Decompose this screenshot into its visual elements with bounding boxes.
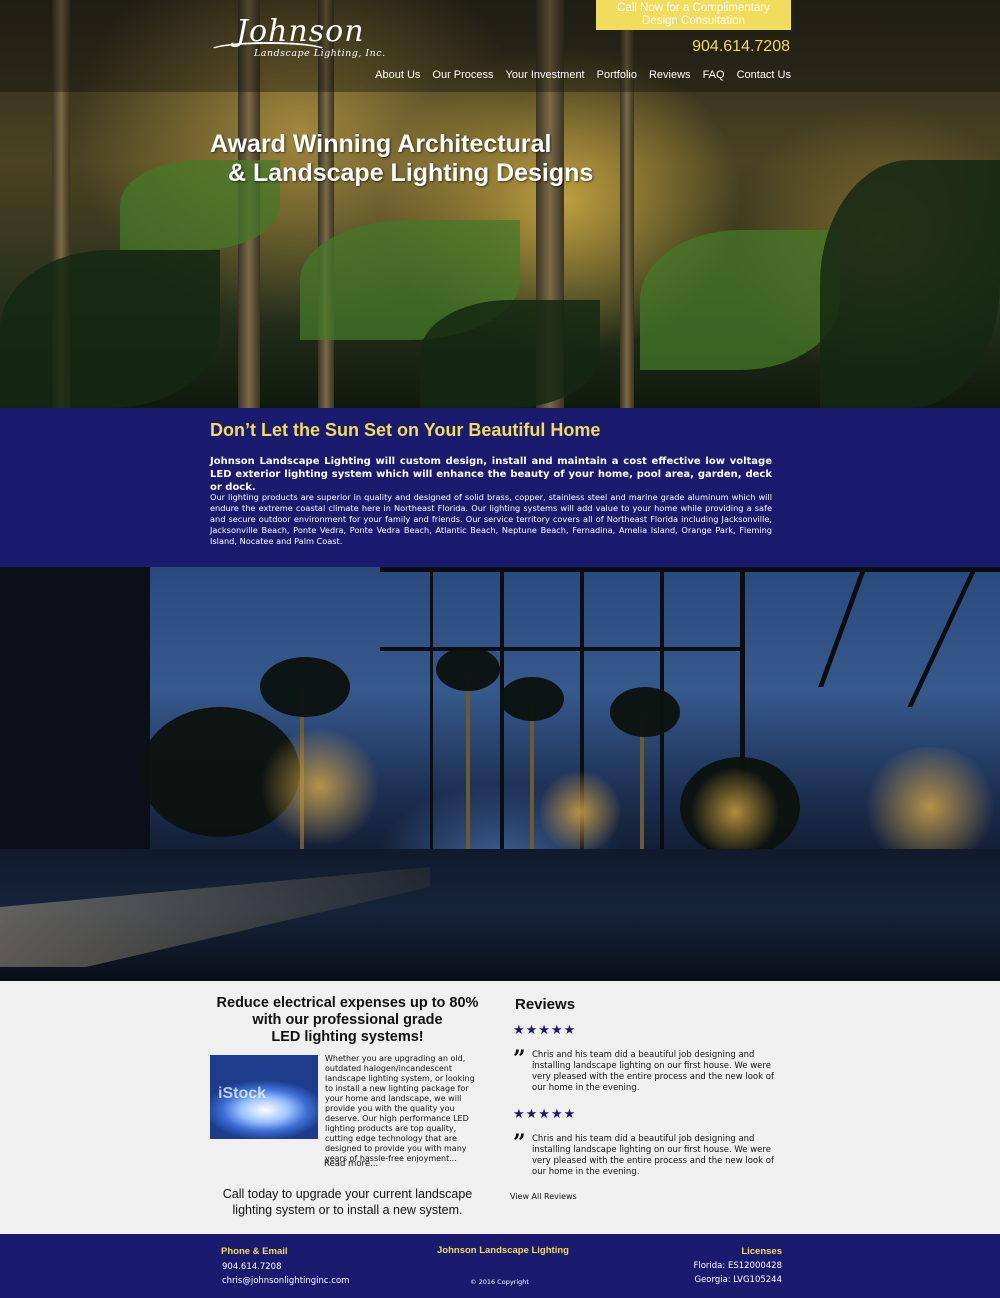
lower-content: Reduce electrical expenses up to 80% wit… [0, 981, 1000, 1234]
uplight-glow [690, 767, 780, 857]
nav-portfolio[interactable]: Portfolio [597, 69, 637, 81]
nav-contact-us[interactable]: Contact Us [737, 69, 791, 81]
screen-frame [907, 567, 978, 707]
nav-faq[interactable]: FAQ [703, 69, 725, 81]
foliage [0, 250, 220, 408]
nav-our-process[interactable]: Our Process [432, 69, 493, 81]
promo-text: Whether you are upgrading an old, outdat… [325, 1054, 475, 1163]
uplight-glow [260, 727, 380, 847]
nav-reviews[interactable]: Reviews [649, 69, 691, 81]
screen-frame [430, 567, 433, 857]
palm-trunk [640, 717, 644, 857]
header-phone[interactable]: 904.614.7208 [692, 38, 790, 56]
footer-contact-heading: Phone & Email [221, 1246, 288, 1257]
footer-license-georgia: Georgia: LVG105244 [694, 1275, 782, 1285]
foliage [640, 230, 840, 370]
consultation-cta-button[interactable]: Call Now for a Complimentary Design Cons… [596, 0, 791, 30]
footer-license-florida: Florida: ES12000428 [693, 1261, 782, 1271]
promo-title-line-2: with our professional grade [252, 1012, 443, 1028]
logo-script: Johnson [236, 14, 365, 49]
image-watermark: iStock [218, 1085, 267, 1102]
cta-line-2: Design Consultation [642, 15, 745, 27]
screen-frame [818, 567, 867, 687]
promo-title-line-1: Reduce electrical expenses up to 80% [216, 995, 479, 1011]
review-stars: ★★★★★ [513, 1107, 577, 1122]
main-nav: About Us Our Process Your Investment Por… [375, 69, 791, 81]
hero-title-line-2: & Landscape Lighting Designs [228, 159, 594, 187]
uplight-glow [540, 767, 620, 857]
footer-copyright: © 2016 Copyright [470, 1278, 529, 1286]
screen-frame [380, 647, 740, 651]
palm-crown [260, 657, 350, 717]
nav-about-us[interactable]: About Us [375, 69, 420, 81]
palm-crown [436, 647, 500, 691]
footer-phone[interactable]: 904.614.7208 [222, 1262, 281, 1272]
intro-heading: Don’t Let the Sun Set on Your Beautiful … [210, 420, 601, 440]
review-text: Chris and his team did a beautiful job d… [532, 1050, 774, 1093]
review-text: Chris and his team did a beautiful job d… [532, 1134, 774, 1177]
dark-foliage [0, 567, 150, 867]
review-stars: ★★★★★ [513, 1023, 577, 1038]
pool-enclosure-photo [0, 567, 1000, 981]
nav-your-investment[interactable]: Your Investment [506, 69, 585, 81]
footer-email[interactable]: chris@johnsonlightinginc.com [222, 1276, 349, 1286]
hero-title: Award Winning Architectural & Landscape … [210, 130, 593, 188]
quote-icon: ” [513, 1046, 526, 1072]
promo-title: Reduce electrical expenses up to 80% wit… [210, 995, 485, 1046]
intro-body: Our lighting products are superior in qu… [210, 492, 772, 546]
palm-crown [500, 677, 564, 721]
read-more-link[interactable]: Read more... [324, 1159, 378, 1169]
palm-trunk [466, 677, 470, 857]
intro-lead: Johnson Landscape Lighting will custom d… [210, 456, 772, 493]
led-bulb-image: iStock [210, 1055, 318, 1139]
foliage [820, 160, 1000, 408]
intro-section: Don’t Let the Sun Set on Your Beautiful … [0, 408, 1000, 567]
palm-trunk [530, 707, 534, 857]
site-footer: Phone & Email 904.614.7208 chris@johnson… [0, 1234, 1000, 1298]
quote-icon: ” [513, 1130, 526, 1156]
hero-banner: Johnson Landscape Lighting, Inc. Call No… [0, 0, 1000, 408]
hero-title-line-1: Award Winning Architectural [210, 130, 552, 158]
logo-subtitle: Landscape Lighting, Inc. [254, 48, 386, 59]
company-logo[interactable]: Johnson Landscape Lighting, Inc. [208, 14, 393, 62]
footer-company-name: Johnson Landscape Lighting [437, 1245, 569, 1256]
reviews-heading: Reviews [515, 996, 576, 1013]
foliage [420, 300, 600, 408]
promo-title-line-3: LED lighting systems! [271, 1029, 424, 1045]
footer-licenses-heading: Licenses [741, 1246, 782, 1257]
cta-line-1: Call Now for a Complimentary [617, 2, 770, 14]
palm-crown [610, 687, 680, 737]
call-today-text: Call today to upgrade your current lands… [222, 1187, 473, 1217]
view-all-reviews-link[interactable]: View All Reviews [510, 1192, 577, 1201]
screen-frame [500, 567, 504, 857]
screen-frame [380, 567, 1000, 572]
